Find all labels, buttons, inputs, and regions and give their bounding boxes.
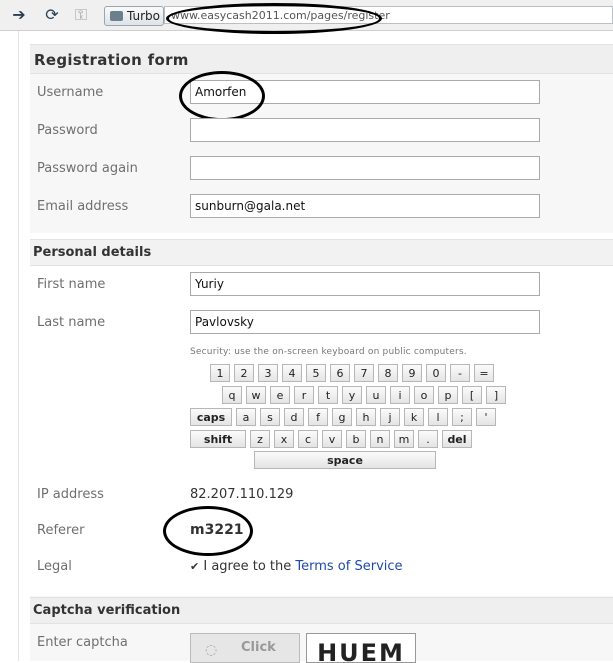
email-input[interactable]: sunburn@gala.net	[190, 194, 540, 218]
key-char[interactable]: 4	[282, 364, 302, 382]
key-char[interactable]: '	[476, 408, 496, 426]
reload-icon[interactable]: ⟳	[43, 7, 61, 23]
password-again-label: Password again	[37, 161, 138, 176]
personal-header: Personal details	[30, 239, 613, 266]
key-char[interactable]: k	[404, 408, 424, 426]
captcha-header: Captcha verification	[30, 597, 613, 624]
turbo-icon	[110, 11, 123, 21]
url-annotation-circle	[166, 3, 382, 34]
key-char[interactable]: s	[260, 408, 280, 426]
password-input[interactable]	[190, 118, 540, 142]
key-char[interactable]: o	[414, 386, 434, 404]
captcha-image: HUEM	[306, 633, 416, 663]
key-char[interactable]: 3	[258, 364, 278, 382]
key-char[interactable]: q	[222, 386, 242, 404]
key-char[interactable]: 1	[210, 364, 230, 382]
key-char[interactable]: u	[366, 386, 386, 404]
email-label: Email address	[37, 199, 129, 214]
key-char[interactable]: j	[380, 408, 400, 426]
key-char[interactable]: c	[298, 430, 318, 448]
key-char[interactable]: w	[246, 386, 266, 404]
key-char[interactable]: a	[236, 408, 256, 426]
key-char[interactable]: f	[308, 408, 328, 426]
key-char[interactable]: .	[418, 430, 438, 448]
key-char[interactable]: g	[332, 408, 352, 426]
registration-title: Registration form	[34, 51, 189, 69]
key-char[interactable]: ;	[452, 408, 472, 426]
key-char[interactable]: 0	[426, 364, 446, 382]
key-char[interactable]: x	[274, 430, 294, 448]
key-char[interactable]: h	[356, 408, 376, 426]
key-char[interactable]: 9	[402, 364, 422, 382]
captcha-label: Enter captcha	[37, 635, 128, 650]
key-char[interactable]: =	[474, 364, 494, 382]
check-icon[interactable]: ✔	[190, 560, 199, 573]
captcha-click-box[interactable]: ◌ Click	[190, 633, 300, 663]
key-char[interactable]: d	[284, 408, 304, 426]
key-char[interactable]: r	[294, 386, 314, 404]
key-caps[interactable]: caps	[190, 408, 232, 426]
legal-text: I agree to the	[203, 559, 296, 574]
key-char[interactable]: 6	[330, 364, 350, 382]
forward-arrow-icon[interactable]: ➔	[10, 7, 28, 23]
turbo-label: Turbo	[127, 9, 161, 23]
spinner-icon: ◌	[205, 642, 218, 658]
username-annotation-circle	[179, 71, 265, 121]
first-name-input[interactable]: Yuriy	[190, 272, 540, 296]
key-char[interactable]: ]	[486, 386, 506, 404]
keyboard-security-note: Security: use the on-screen keyboard on …	[190, 347, 467, 357]
captcha-title: Captcha verification	[33, 603, 181, 618]
referer-annotation-circle	[163, 506, 253, 556]
key-char[interactable]: n	[370, 430, 390, 448]
last-name-input[interactable]: Pavlovsky	[190, 310, 540, 334]
key-char[interactable]: t	[318, 386, 338, 404]
key-char[interactable]: [	[462, 386, 482, 404]
key-char[interactable]: z	[250, 430, 270, 448]
key-char[interactable]: m	[394, 430, 414, 448]
legal-agreement[interactable]: ✔ I agree to the Terms of Service	[190, 559, 403, 574]
key-char[interactable]: v	[322, 430, 342, 448]
key-shift[interactable]: shift	[190, 430, 246, 448]
key-char[interactable]: y	[342, 386, 362, 404]
key-space[interactable]: space	[254, 451, 436, 469]
key-char[interactable]: 2	[234, 364, 254, 382]
registration-header: Registration form	[30, 44, 613, 74]
referer-label: Referer	[37, 523, 85, 538]
username-label: Username	[37, 85, 104, 100]
password-label: Password	[37, 123, 98, 138]
browser-toolbar: ➔ ⟳ ⚿ Turbo www.easycash2011.com/pages/r…	[0, 0, 613, 34]
key-char[interactable]: l	[428, 408, 448, 426]
key-char[interactable]: 5	[306, 364, 326, 382]
key-del[interactable]: del	[442, 430, 472, 448]
legal-label: Legal	[37, 559, 72, 574]
key-char[interactable]: b	[346, 430, 366, 448]
password-again-input[interactable]	[190, 156, 540, 180]
last-name-label: Last name	[37, 315, 106, 330]
key-char[interactable]: p	[438, 386, 458, 404]
key-char[interactable]: -	[450, 364, 470, 382]
key-char[interactable]: e	[270, 386, 290, 404]
captcha-click-text: Click	[241, 640, 276, 655]
first-name-label: First name	[37, 277, 106, 292]
key-char[interactable]: 8	[378, 364, 398, 382]
ip-label: IP address	[37, 487, 104, 502]
turbo-button[interactable]: Turbo	[104, 6, 164, 26]
page-divider	[18, 31, 19, 661]
terms-of-service-link[interactable]: Terms of Service	[295, 559, 402, 574]
key-char[interactable]: 7	[354, 364, 374, 382]
key-icon[interactable]: ⚿	[72, 7, 90, 23]
key-char[interactable]: i	[390, 386, 410, 404]
ip-value: 82.207.110.129	[190, 487, 294, 502]
personal-title: Personal details	[33, 245, 152, 260]
